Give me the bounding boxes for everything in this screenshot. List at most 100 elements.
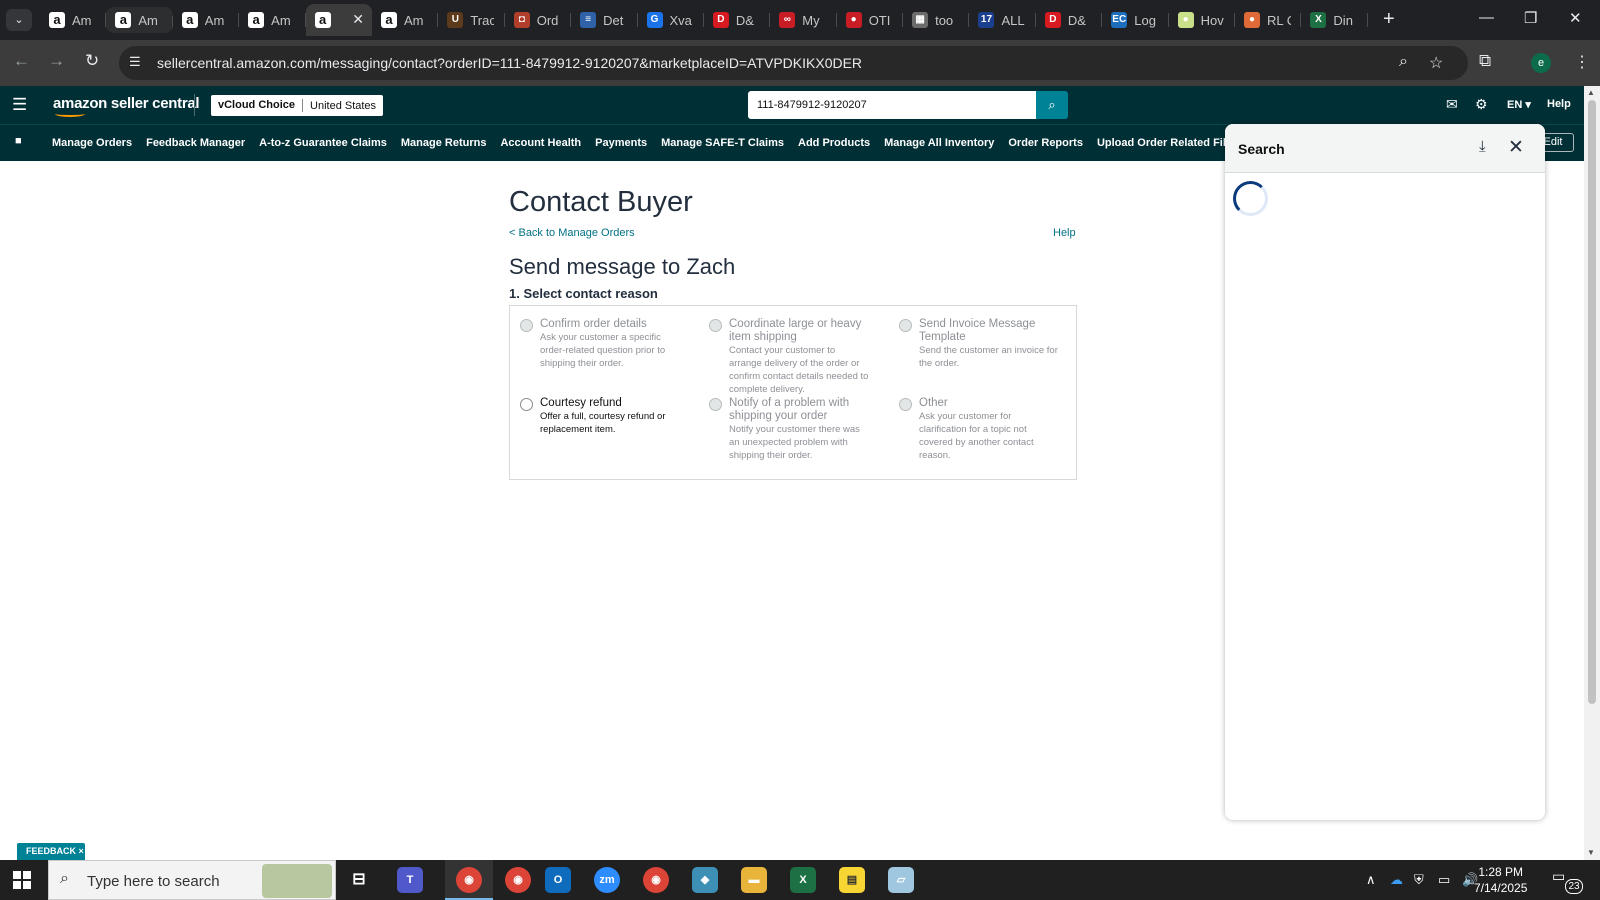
seller-central-logo[interactable]: amazon seller central [53, 95, 200, 117]
teams-icon[interactable]: T [397, 867, 423, 893]
nav-item[interactable]: Payments [595, 137, 647, 149]
forward-arrow-icon[interactable]: → [48, 51, 65, 71]
bookmark-star-icon[interactable]: ☆ [1429, 53, 1443, 73]
onedrive-icon[interactable]: ☁ [1390, 872, 1403, 888]
file-explorer-icon[interactable]: ▬ [741, 867, 767, 893]
excel-icon[interactable]: X [790, 867, 816, 893]
tab-title: Am [72, 12, 92, 28]
nav-item[interactable]: Order Reports [1008, 137, 1083, 149]
profile-avatar[interactable]: e [1531, 53, 1551, 73]
browser-tab[interactable]: a ✕ [305, 4, 372, 36]
browser-tab[interactable]: a Am [372, 4, 439, 36]
amazon-icon: a [49, 12, 65, 28]
contact-reason-options: Confirm order details Ask your customer a… [509, 305, 1077, 480]
reason-description: Offer a full, courtesy refund or replace… [540, 411, 666, 435]
minimize-panel-icon[interactable]: ⤓ [1479, 138, 1486, 155]
page-scrollbar[interactable]: ▲ ▼ [1584, 86, 1600, 860]
minimize-icon[interactable]: — [1479, 9, 1494, 26]
chrome-profile-icon[interactable]: ◉ [505, 867, 531, 893]
scroll-thumb[interactable] [1588, 100, 1596, 704]
nav-item[interactable]: Add Products [798, 137, 870, 149]
bookmark-icon[interactable]: ■ [15, 135, 22, 147]
app-icon[interactable]: ◆ [692, 867, 718, 893]
scroll-up-icon[interactable]: ▲ [1587, 88, 1595, 97]
zoom-icon[interactable]: ⌕ [1399, 53, 1408, 71]
tab-close-icon[interactable]: ✕ [352, 11, 364, 28]
settings-gear-icon[interactable]: ⚙ [1475, 96, 1488, 113]
network-icon[interactable]: ▭ [1438, 872, 1450, 888]
chrome-icon[interactable]: ◉ [456, 867, 482, 893]
notepad-icon[interactable]: ▱ [888, 867, 914, 893]
windows-start-icon[interactable] [13, 871, 31, 889]
help-link[interactable]: Help [1053, 227, 1076, 239]
browser-tab[interactable]: a Am [40, 4, 107, 36]
url-text[interactable]: sellercentral.amazon.com/messaging/conta… [157, 55, 862, 71]
contact-reason-option[interactable]: Courtesy refund Offer a full, courtesy re… [520, 397, 680, 436]
store-selector[interactable]: vCloud Choice United States [211, 95, 384, 116]
reload-icon[interactable]: ↻ [85, 51, 99, 71]
nav-item[interactable]: Manage All Inventory [884, 137, 994, 149]
browser-tab[interactable]: D D& [704, 4, 771, 36]
browser-tab[interactable]: U Trac [438, 4, 505, 36]
nav-item[interactable]: Manage SAFE-T Claims [661, 137, 784, 149]
extensions-icon[interactable]: ⧉ [1479, 51, 1491, 71]
browser-tab[interactable]: ● OTI [837, 4, 904, 36]
tab-list: a Am a Am a Am a Am a ✕ a Am U Trac ◘ Ord ≡ Det G Xva D D& ∞ My… [40, 4, 1368, 36]
search-icon: ⌕ [1048, 97, 1056, 112]
taskbar-clock[interactable]: 1:28 PM 7/14/2025 [1474, 864, 1527, 896]
language-selector[interactable]: EN ▾ [1507, 98, 1531, 111]
all-icon: 17 [978, 12, 995, 28]
reason-title: Other [919, 397, 948, 409]
tab-title: ALL [1001, 12, 1025, 28]
browser-tab[interactable]: a Am [173, 4, 240, 36]
address-bar[interactable]: ☰ sellercentral.amazon.com/messaging/con… [119, 46, 1468, 80]
security-icon[interactable]: ⛨ [1414, 872, 1424, 888]
order-search-input[interactable]: 111-8479912-9120207 [748, 91, 1036, 119]
amazon-icon: a [115, 12, 132, 28]
xva-icon: G [646, 12, 663, 28]
task-view-icon[interactable]: ⊟ [346, 867, 372, 893]
browser-tab[interactable]: G Xva [638, 4, 704, 36]
taskbar-search-box[interactable]: ⌕ Type here to search [48, 860, 336, 900]
new-tab-button[interactable]: + [1383, 8, 1395, 30]
header-help-link[interactable]: Help [1547, 98, 1571, 110]
zoom-app-icon[interactable]: zm [594, 867, 620, 893]
nav-item[interactable]: Feedback Manager [146, 137, 245, 149]
nav-item[interactable]: Upload Order Related Files [1097, 137, 1238, 149]
browser-tab[interactable]: ● RL C [1235, 4, 1302, 36]
site-info-icon[interactable]: ☰ [129, 54, 141, 70]
scroll-down-icon[interactable]: ▼ [1587, 848, 1595, 857]
browser-tab[interactable]: ≡ Det [571, 4, 638, 36]
window-close-icon[interactable]: ✕ [1569, 9, 1582, 27]
browser-tab[interactable]: a Am [239, 4, 306, 36]
tab-search-button[interactable]: ⌄ [6, 9, 32, 31]
show-hidden-icons-icon[interactable]: ∧ [1366, 872, 1376, 888]
notification-center-icon[interactable]: ▭ [1552, 868, 1565, 885]
back-to-manage-orders-link[interactable]: < Back to Manage Orders [509, 227, 635, 239]
radio-button[interactable] [520, 398, 533, 411]
nav-item[interactable]: Manage Returns [401, 137, 487, 149]
hamburger-menu-icon[interactable]: ☰ [12, 95, 27, 115]
browser-tab[interactable]: D D& [1036, 4, 1103, 36]
browser-tab[interactable]: X Din [1301, 4, 1368, 36]
sticky-notes-icon[interactable]: ▤ [839, 867, 865, 893]
outlook-icon[interactable]: O [545, 867, 571, 893]
search-button[interactable]: ⌕ [1036, 91, 1068, 119]
browser-tab[interactable]: ● Hov [1169, 4, 1236, 36]
mail-icon[interactable]: ✉ [1446, 96, 1458, 113]
browser-tab[interactable]: EC Log [1102, 4, 1169, 36]
restore-icon[interactable]: ❐ [1524, 9, 1537, 27]
browser-tab[interactable]: 17 ALL [969, 4, 1036, 36]
browser-tab[interactable]: ▦ too [903, 4, 970, 36]
chrome-alt-icon[interactable]: ◉ [643, 867, 669, 893]
browser-tab[interactable]: ∞ My [770, 4, 837, 36]
browser-menu-icon[interactable]: ⋮ [1574, 52, 1590, 72]
close-panel-icon[interactable]: ✕ [1508, 136, 1524, 159]
nav-item[interactable]: A-to-z Guarantee Claims [259, 137, 387, 149]
browser-tab[interactable]: a Am [106, 7, 173, 33]
nav-item[interactable]: Account Health [500, 137, 581, 149]
back-arrow-icon[interactable]: ← [13, 51, 30, 71]
nav-item[interactable]: Manage Orders [52, 137, 132, 149]
browser-tab[interactable]: ◘ Ord [505, 4, 572, 36]
feedback-button[interactable]: FEEDBACK × [17, 843, 85, 860]
